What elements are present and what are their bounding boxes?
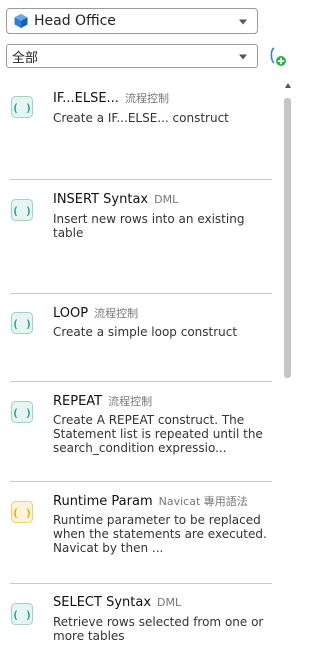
snippet-item-repeat[interactable]: ( ) REPEAT 流程控制 Create A REPEAT construct… bbox=[6, 381, 272, 481]
snippet-icon: ( ) bbox=[11, 96, 33, 118]
snippet-category: Navicat 專用語法 bbox=[158, 495, 248, 508]
svg-text:( ): ( ) bbox=[12, 407, 32, 420]
category-dropdown[interactable]: 全部 bbox=[6, 44, 258, 68]
chevron-down-icon bbox=[239, 19, 247, 25]
connection-dropdown[interactable]: Head Office bbox=[6, 8, 258, 34]
add-snippet-button[interactable] bbox=[267, 45, 287, 67]
snippet-item-runtime-param[interactable]: ( ) Runtime Param Navicat 專用語法 Runtime pa… bbox=[6, 481, 272, 583]
snippet-description: Create a simple loop construct bbox=[53, 325, 238, 339]
snippet-description: Retrieve rows selected from one or more … bbox=[53, 615, 264, 643]
category-label: 全部 bbox=[12, 50, 39, 66]
scrollbar-thumb[interactable] bbox=[284, 98, 291, 378]
snippet-icon: ( ) bbox=[11, 401, 33, 423]
snippet-icon: ( ) bbox=[11, 603, 33, 625]
scroll-up-icon[interactable] bbox=[285, 83, 291, 88]
connection-label: Head Office bbox=[34, 13, 116, 29]
snippet-category: DML bbox=[157, 596, 182, 609]
svg-text:( ): ( ) bbox=[12, 609, 32, 622]
snippet-title: IF...ELSE... bbox=[53, 91, 119, 106]
svg-text:( ): ( ) bbox=[12, 102, 32, 115]
snippet-title: REPEAT bbox=[53, 394, 103, 409]
snippet-icon: ( ) bbox=[11, 312, 33, 334]
snippet-description: Runtime parameter to be replaced when th… bbox=[53, 513, 267, 555]
snippet-list: ( ) IF...ELSE... 流程控制 Create a IF...ELSE.… bbox=[6, 80, 272, 646]
connection-icon bbox=[13, 13, 29, 29]
snippet-icon: ( ) bbox=[11, 199, 33, 221]
snippet-item-loop[interactable]: ( ) LOOP 流程控制 Create a simple loop constr… bbox=[6, 293, 272, 381]
snippet-category: DML bbox=[154, 193, 179, 206]
snippet-item-insert[interactable]: ( ) INSERT Syntax DML Insert new rows int… bbox=[6, 180, 272, 293]
vertical-scrollbar[interactable] bbox=[283, 80, 292, 646]
svg-text:( ): ( ) bbox=[12, 507, 32, 520]
svg-text:( ): ( ) bbox=[12, 205, 32, 218]
snippet-description: Insert new rows into an existing table bbox=[53, 212, 245, 240]
snippet-category: 流程控制 bbox=[108, 395, 153, 408]
snippet-category: 流程控制 bbox=[94, 307, 139, 320]
snippet-panel: Head Office 全部 ( ) IF...ELSE... 流程控制 Crea… bbox=[0, 0, 292, 646]
snippet-category: 流程控制 bbox=[124, 92, 169, 105]
add-snippet-icon bbox=[270, 47, 286, 66]
snippet-icon: ( ) bbox=[11, 501, 33, 523]
snippet-title: INSERT Syntax bbox=[53, 192, 149, 207]
snippet-title: SELECT Syntax bbox=[53, 595, 152, 610]
chevron-down-icon bbox=[239, 54, 247, 60]
snippet-title: Runtime Param bbox=[53, 494, 153, 509]
svg-text:( ): ( ) bbox=[12, 318, 32, 331]
snippet-title: LOOP bbox=[53, 306, 89, 321]
snippet-item-if-else[interactable]: ( ) IF...ELSE... 流程控制 Create a IF...ELSE.… bbox=[6, 80, 272, 180]
snippet-description: Create a IF...ELSE... construct bbox=[53, 111, 229, 125]
snippet-item-select[interactable]: ( ) SELECT Syntax DML Retrieve rows selec… bbox=[6, 583, 272, 646]
snippet-description: Create A REPEAT construct. The Statement… bbox=[53, 413, 263, 455]
